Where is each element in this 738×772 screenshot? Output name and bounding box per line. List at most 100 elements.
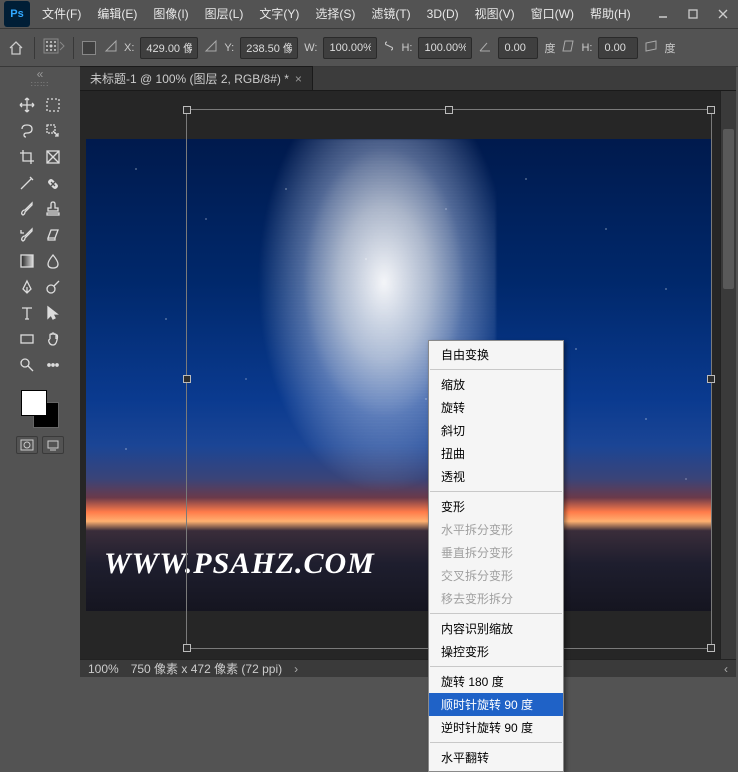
quickmask-button[interactable] — [16, 436, 38, 454]
context-menu-item[interactable]: 内容识别缩放 — [429, 617, 563, 640]
menu-layer[interactable]: 图层(L) — [197, 0, 252, 29]
document-tab[interactable]: 未标题-1 @ 100% (图层 2, RGB/8#) * × — [80, 66, 313, 90]
menu-separator — [430, 742, 562, 743]
tab-title: 未标题-1 @ 100% (图层 2, RGB/8#) * — [90, 70, 289, 87]
foreground-color[interactable] — [21, 390, 47, 416]
close-button[interactable] — [708, 0, 738, 29]
canvas-area[interactable]: WWW.PSAHZ.COM 100% 750 像素 x 472 像素 (72 p… — [80, 91, 736, 677]
angle-icon — [478, 39, 492, 56]
menu-select[interactable]: 选择(S) — [307, 0, 363, 29]
brush-tool-icon[interactable] — [14, 196, 40, 222]
rectangle-tool-icon[interactable] — [14, 326, 40, 352]
context-menu-item[interactable]: 变形 — [429, 495, 563, 518]
maximize-button[interactable] — [678, 0, 708, 29]
x-input[interactable] — [140, 37, 198, 59]
eyedropper-tool-icon[interactable] — [14, 170, 40, 196]
path-select-tool-icon[interactable] — [40, 300, 66, 326]
transform-handle[interactable] — [707, 644, 715, 652]
app-logo: Ps — [4, 1, 30, 27]
link-icon[interactable] — [383, 39, 395, 56]
watermark-text: WWW.PSAHZ.COM — [104, 547, 375, 581]
canvas-image: WWW.PSAHZ.COM — [86, 139, 712, 611]
dodge-tool-icon[interactable] — [40, 274, 66, 300]
context-menu-item[interactable]: 水平翻转 — [429, 746, 563, 769]
context-menu-item[interactable]: 逆时针旋转 90 度 — [429, 716, 563, 739]
healing-tool-icon[interactable] — [40, 170, 66, 196]
menu-image[interactable]: 图像(I) — [145, 0, 196, 29]
h-input[interactable] — [418, 37, 472, 59]
menu-separator — [430, 491, 562, 492]
pen-tool-icon[interactable] — [14, 274, 40, 300]
menu-help[interactable]: 帮助(H) — [582, 0, 639, 29]
window-controls — [648, 0, 738, 29]
y-label: Y: — [224, 42, 234, 54]
transform-handle[interactable] — [183, 644, 191, 652]
toolbox-grip[interactable]: ∷∷∷ — [18, 80, 62, 88]
context-menu-item[interactable]: 操控变形 — [429, 640, 563, 663]
zoom-tool-icon[interactable] — [14, 352, 40, 378]
chevron-right-icon[interactable]: › — [294, 662, 298, 676]
document-tab-bar: 未标题-1 @ 100% (图层 2, RGB/8#) * × — [80, 67, 736, 91]
home-icon[interactable] — [6, 38, 26, 58]
menu-file[interactable]: 文件(F) — [34, 0, 89, 29]
context-menu-item: 垂直拆分变形 — [429, 541, 563, 564]
toolbox: ∷∷∷ — [0, 80, 80, 454]
angle-input[interactable] — [498, 37, 538, 59]
menu-window[interactable]: 窗口(W) — [523, 0, 582, 29]
scroll-left-icon[interactable]: ‹ — [724, 662, 728, 676]
skew-v-icon — [644, 39, 658, 56]
menu-separator — [430, 369, 562, 370]
stamp-tool-icon[interactable] — [40, 196, 66, 222]
screenmode-button[interactable] — [42, 436, 64, 454]
context-menu-item[interactable]: 斜切 — [429, 419, 563, 442]
context-menu-item[interactable]: 顺时针旋转 90 度 — [429, 693, 563, 716]
context-menu-item[interactable]: 自由变换 — [429, 343, 563, 366]
frame-tool-icon[interactable] — [40, 144, 66, 170]
transform-ref-icon[interactable] — [43, 38, 65, 57]
blur-tool-icon[interactable] — [40, 248, 66, 274]
quick-select-tool-icon[interactable] — [40, 118, 66, 144]
color-swatches[interactable] — [17, 386, 63, 432]
context-menu-item[interactable]: 旋转 180 度 — [429, 670, 563, 693]
menu-3d[interactable]: 3D(D) — [419, 0, 467, 29]
close-icon[interactable]: × — [295, 72, 302, 86]
lasso-tool-icon[interactable] — [14, 118, 40, 144]
zoom-level[interactable]: 100% — [88, 662, 119, 676]
context-menu-item: 交叉拆分变形 — [429, 564, 563, 587]
minimize-button[interactable] — [648, 0, 678, 29]
scrollbar-thumb[interactable] — [723, 129, 734, 289]
gradient-tool-icon[interactable] — [14, 248, 40, 274]
context-menu-item[interactable]: 旋转 — [429, 396, 563, 419]
marquee-tool-icon[interactable] — [40, 92, 66, 118]
w-input[interactable] — [323, 37, 377, 59]
transform-handle[interactable] — [707, 106, 715, 114]
checkbox-constrain[interactable] — [82, 41, 96, 55]
text-tool-icon[interactable] — [14, 300, 40, 326]
transform-handle[interactable] — [445, 106, 453, 114]
context-menu-item[interactable]: 透视 — [429, 465, 563, 488]
triangle-icon — [204, 39, 218, 56]
hand-tool-icon[interactable] — [40, 326, 66, 352]
menu-edit[interactable]: 编辑(E) — [89, 0, 145, 29]
y-input[interactable] — [240, 37, 298, 59]
more-tools-icon[interactable] — [40, 352, 66, 378]
menu-separator — [430, 666, 562, 667]
move-tool-icon[interactable] — [14, 92, 40, 118]
context-menu-item: 移去变形拆分 — [429, 587, 563, 610]
menu-type[interactable]: 文字(Y) — [251, 0, 307, 29]
skew-icon — [561, 39, 575, 56]
x-label: X: — [124, 42, 134, 54]
transform-handle[interactable] — [183, 106, 191, 114]
context-menu-item[interactable]: 缩放 — [429, 373, 563, 396]
vertical-scrollbar[interactable] — [720, 91, 736, 659]
skew-input[interactable] — [598, 37, 638, 59]
status-bar: 100% 750 像素 x 472 像素 (72 ppi) › ‹ — [80, 659, 736, 677]
context-menu: 自由变换缩放旋转斜切扭曲透视变形水平拆分变形垂直拆分变形交叉拆分变形移去变形拆分… — [428, 340, 564, 772]
crop-tool-icon[interactable] — [14, 144, 40, 170]
eraser-tool-icon[interactable] — [40, 222, 66, 248]
panel-toggle[interactable]: « — [0, 67, 80, 79]
menu-view[interactable]: 视图(V) — [467, 0, 523, 29]
history-brush-tool-icon[interactable] — [14, 222, 40, 248]
context-menu-item[interactable]: 扭曲 — [429, 442, 563, 465]
menu-filter[interactable]: 滤镜(T) — [363, 0, 418, 29]
